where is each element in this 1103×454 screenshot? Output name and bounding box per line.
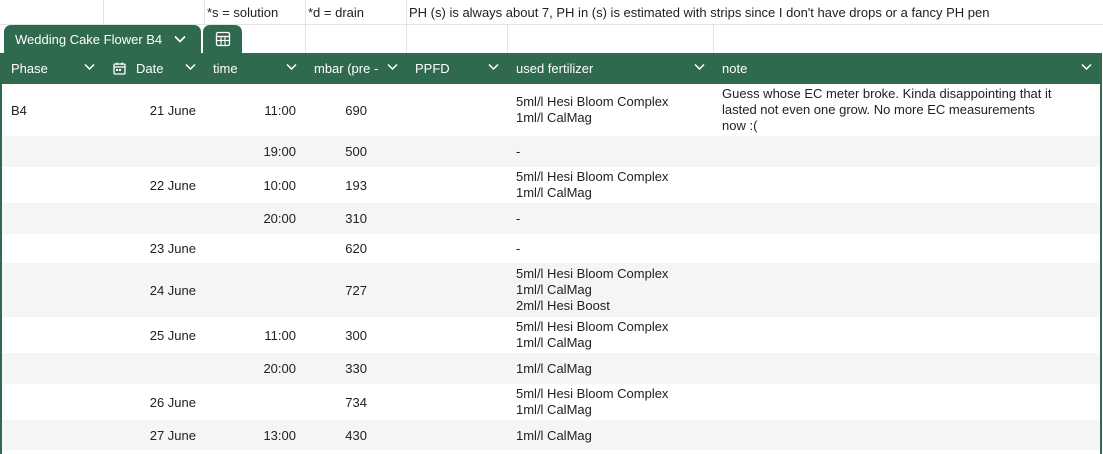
cell-mbar[interactable]: 500 (2, 136, 367, 167)
table-tab-row: Wedding Cake Flower B4 (0, 25, 1103, 53)
cell-fertilizer[interactable]: 1ml/l CalMag (516, 420, 716, 450)
fertilizer-line: 5ml/l Hesi Bloom Complex (516, 319, 669, 334)
chevron-down-icon[interactable] (387, 63, 398, 71)
chevron-down-icon[interactable] (185, 63, 196, 71)
table-view-tab[interactable] (203, 25, 242, 53)
cell-mbar[interactable]: 430 (2, 420, 367, 450)
chevron-down-icon[interactable] (286, 63, 297, 71)
table-row[interactable]: 25 June 11:00 300 5ml/l Hesi Bloom Compl… (2, 317, 1100, 353)
grid-line (507, 25, 508, 53)
calendar-icon (113, 62, 126, 75)
fertilizer-line: 1ml/l CalMag (516, 110, 592, 125)
fertilizer-line: 5ml/l Hesi Bloom Complex (516, 266, 669, 281)
fertilizer-line: 1ml/l CalMag (516, 185, 592, 200)
fertilizer-line: 2ml/l Hesi Boost (516, 298, 610, 313)
cell-fertilizer[interactable]: - (516, 234, 716, 263)
chevron-down-icon[interactable] (488, 63, 499, 71)
column-header-note[interactable]: note (713, 53, 1100, 84)
table-name-tab[interactable]: Wedding Cake Flower B4 (4, 25, 201, 53)
table-border-right (1100, 53, 1102, 454)
grid-line (103, 0, 104, 25)
fertilizer-line: 1ml/l CalMag (516, 335, 592, 350)
table-name: Wedding Cake Flower B4 (15, 31, 163, 47)
column-header-phase[interactable]: Phase (2, 53, 103, 84)
chevron-down-icon[interactable] (1081, 63, 1092, 71)
table-row[interactable]: B4 21 June 11:00 690 5ml/l Hesi Bloom Co… (2, 84, 1100, 136)
column-label: Phase (11, 61, 48, 76)
cell-fertilizer[interactable]: 5ml/l Hesi Bloom Complex 1ml/l CalMag (516, 167, 716, 203)
note-line: lasted not even one grow. No more EC mea… (722, 102, 1035, 117)
cell-mbar[interactable]: 620 (2, 234, 367, 263)
column-header-mbar[interactable]: mbar (pre - (305, 53, 406, 84)
cell-fertilizer[interactable]: 5ml/l Hesi Bloom Complex 1ml/l CalMag (516, 84, 716, 136)
column-header-fertilizer[interactable]: used fertilizer (507, 53, 713, 84)
cell-fertilizer[interactable]: 5ml/l Hesi Bloom Complex 1ml/l CalMag (516, 317, 716, 353)
cell-fertilizer[interactable]: - (516, 136, 716, 167)
cell-mbar[interactable]: 193 (2, 167, 367, 203)
column-label: PPFD (415, 61, 450, 76)
cell-mbar[interactable]: 727 (2, 263, 367, 317)
cell-mbar[interactable]: 734 (2, 384, 367, 420)
column-header-time[interactable]: time (204, 53, 305, 84)
table-header: Phase Date time mbar (pre - PPFD used fe… (2, 53, 1100, 84)
table-row[interactable]: 27 June 13:00 430 1ml/l CalMag (2, 420, 1100, 450)
note-drain[interactable]: *d = drain (305, 0, 406, 25)
cell-mbar[interactable]: 330 (2, 353, 367, 384)
grid-line (305, 25, 306, 53)
column-label: used fertilizer (516, 61, 594, 76)
column-label: time (213, 61, 238, 76)
fertilizer-line: 5ml/l Hesi Bloom Complex (516, 386, 669, 401)
fertilizer-line: 5ml/l Hesi Bloom Complex (516, 94, 669, 109)
note-solution[interactable]: *s = solution (204, 0, 305, 25)
cell-mbar[interactable]: 690 (2, 84, 367, 136)
fertilizer-line: 5ml/l Hesi Bloom Complex (516, 169, 669, 184)
notes-row: *s = solution *d = drain PH (s) is alway… (0, 0, 1103, 25)
table-row[interactable]: 26 June 734 5ml/l Hesi Bloom Complex 1ml… (2, 384, 1100, 420)
cell-mbar[interactable]: 310 (2, 203, 367, 234)
cell-fertilizer[interactable]: 5ml/l Hesi Bloom Complex 1ml/l CalMag 2m… (516, 263, 716, 317)
cell-note[interactable]: Guess whose EC meter broke. Kinda disapp… (722, 84, 1072, 136)
cell-fertilizer[interactable]: 5ml/l Hesi Bloom Complex 1ml/l CalMag (516, 384, 716, 420)
table-grid-icon[interactable] (215, 31, 231, 47)
column-label: note (722, 61, 748, 76)
fertilizer-line: 1ml/l CalMag (516, 402, 592, 417)
column-label: Date (136, 61, 164, 76)
table-row[interactable]: 20:00 310 - (2, 203, 1100, 234)
cell-mbar[interactable]: 300 (2, 317, 367, 353)
note-line: now :( (722, 118, 758, 133)
table-row[interactable]: 20:00 330 1ml/l CalMag (2, 353, 1100, 384)
chevron-down-icon[interactable] (694, 63, 705, 71)
table-row[interactable]: 19:00 500 - (2, 136, 1100, 167)
note-ph[interactable]: PH (s) is always about 7, PH in (s) is e… (406, 0, 1103, 25)
note-line: Guess whose EC meter broke. Kinda disapp… (722, 86, 1052, 101)
chevron-down-icon[interactable] (84, 63, 95, 71)
cell-fertilizer[interactable]: 1ml/l CalMag (516, 353, 716, 384)
cell-fertilizer[interactable]: - (516, 203, 716, 234)
grid-line (713, 25, 714, 53)
table-row[interactable]: 24 June 727 5ml/l Hesi Bloom Complex 1ml… (2, 263, 1100, 317)
table-row[interactable]: 23 June 620 - (2, 234, 1100, 263)
chevron-down-icon[interactable] (174, 35, 186, 43)
table-body: B4 21 June 11:00 690 5ml/l Hesi Bloom Co… (2, 84, 1100, 450)
column-label: mbar (pre - (314, 61, 379, 76)
fertilizer-line: 1ml/l CalMag (516, 282, 592, 297)
grid-line (406, 25, 407, 53)
column-header-date[interactable]: Date (103, 53, 204, 84)
column-header-ppfd[interactable]: PPFD (406, 53, 507, 84)
table-row[interactable]: 22 June 10:00 193 5ml/l Hesi Bloom Compl… (2, 167, 1100, 203)
